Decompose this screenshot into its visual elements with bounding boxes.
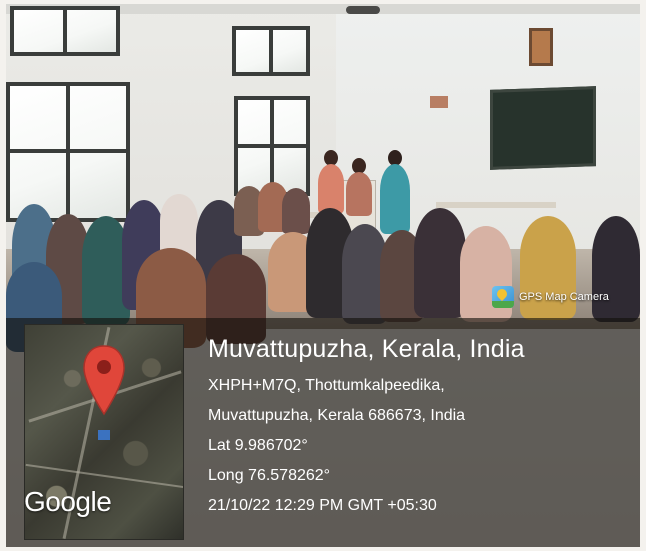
switch-board xyxy=(430,96,448,108)
longitude: Long 76.578262° xyxy=(208,467,331,484)
google-logo: Google xyxy=(24,486,112,517)
window xyxy=(232,26,310,76)
map-road xyxy=(25,463,183,489)
map-pin-icon xyxy=(83,345,125,440)
person xyxy=(346,172,372,216)
person xyxy=(380,164,410,234)
window xyxy=(234,96,310,196)
gps-map-camera-badge: GPS Map Camera xyxy=(492,286,609,308)
gps-map-camera-icon xyxy=(492,286,514,308)
person xyxy=(414,208,466,318)
blackboard xyxy=(490,86,596,170)
wall-picture xyxy=(529,28,553,66)
location-info: Muvattupuzha, Kerala, India XHPH+M7Q, Th… xyxy=(208,332,525,520)
app-name-label: GPS Map Camera xyxy=(519,291,609,303)
latitude: Lat 9.986702° xyxy=(208,437,308,454)
person xyxy=(318,164,344,214)
window xyxy=(6,82,130,222)
address-line-1: XHPH+M7Q, Thottumkalpeedika, xyxy=(208,377,445,394)
window xyxy=(10,6,120,56)
location-title: Muvattupuzha, Kerala, India xyxy=(208,335,525,363)
timestamp: 21/10/22 12:29 PM GMT +05:30 xyxy=(208,497,437,514)
table xyxy=(436,202,556,208)
ceiling-fan-icon xyxy=(346,6,380,14)
person xyxy=(282,188,310,234)
address-line-2: Muvattupuzha, Kerala 686673, India xyxy=(208,407,466,424)
